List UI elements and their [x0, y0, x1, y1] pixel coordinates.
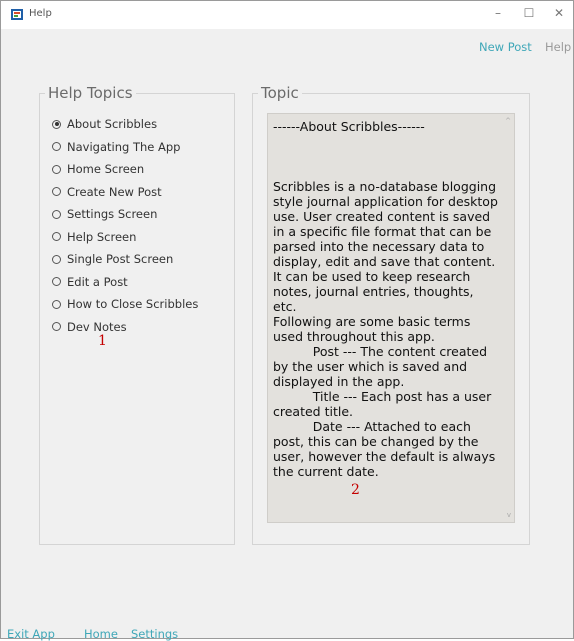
topic-option-label: Settings Screen — [67, 207, 158, 221]
radio-unchecked-icon[interactable] — [52, 164, 61, 174]
topic-option-label: Dev Notes — [67, 319, 127, 334]
topic-option-label: Edit a Post — [67, 274, 128, 289]
topic-option[interactable]: Home Screen — [52, 161, 144, 177]
topic-option-label: How to Close Scribbles — [67, 297, 199, 311]
topic-text-area[interactable]: ------About Scribbles------ Scribbles is… — [267, 113, 515, 523]
topic-option-label: Home Screen — [67, 162, 145, 176]
topic-option[interactable]: Navigating The App — [52, 139, 180, 155]
topic-option-label: Navigating The App — [67, 139, 181, 154]
radio-unchecked-icon[interactable] — [52, 277, 61, 286]
radio-unchecked-icon[interactable] — [52, 254, 61, 264]
topic-option-label: Help Screen — [67, 229, 137, 244]
minimize-button[interactable]: – — [488, 6, 508, 20]
topic-content: ------About Scribbles------ Scribbles is… — [273, 119, 498, 479]
close-button[interactable]: ✕ — [549, 6, 569, 20]
topic-option-label: About Scribbles — [67, 117, 158, 131]
scroll-down-arrow[interactable]: v — [507, 511, 511, 519]
menu-new-post[interactable]: New Post — [479, 40, 532, 54]
topic-legend: Topic — [258, 84, 302, 102]
help-topics-group: Help Topics About Scribbles Navigating Th… — [39, 84, 235, 545]
radio-unchecked-icon[interactable] — [52, 232, 61, 241]
annotation-1: 1 — [98, 333, 107, 349]
help-topics-legend: Help Topics — [45, 84, 136, 102]
radio-checked-icon[interactable] — [52, 119, 61, 129]
topic-option[interactable]: How to Close Scribbles — [52, 296, 198, 312]
window-title: Help — [29, 8, 52, 19]
maximize-button[interactable]: ☐ — [519, 6, 539, 20]
radio-unchecked-icon[interactable] — [52, 142, 61, 151]
radio-unchecked-icon[interactable] — [52, 209, 61, 219]
menu-help[interactable]: Help — [545, 40, 571, 54]
annotation-2: 2 — [351, 482, 360, 498]
topic-option-label: Create New Post — [67, 184, 162, 199]
topic-option[interactable]: Dev Notes — [52, 319, 127, 335]
topic-option[interactable]: Settings Screen — [52, 206, 157, 222]
help-window: Help – ☐ ✕ New Post Help Help Topics Abo… — [0, 0, 574, 641]
scroll-up-arrow[interactable]: ^ — [505, 117, 511, 125]
radio-unchecked-icon[interactable] — [52, 187, 61, 196]
topic-option[interactable]: Edit a Post — [52, 274, 128, 290]
radio-unchecked-icon[interactable] — [52, 299, 61, 309]
app-icon — [11, 9, 23, 20]
topic-option[interactable]: About Scribbles — [52, 116, 157, 132]
title-bar: Help – ☐ ✕ — [1, 1, 573, 29]
topic-option-label: Single Post Screen — [67, 252, 174, 266]
topic-option[interactable]: Create New Post — [52, 184, 162, 200]
topic-option[interactable]: Single Post Screen — [52, 251, 173, 267]
topic-option[interactable]: Help Screen — [52, 229, 136, 245]
radio-unchecked-icon[interactable] — [52, 322, 61, 331]
